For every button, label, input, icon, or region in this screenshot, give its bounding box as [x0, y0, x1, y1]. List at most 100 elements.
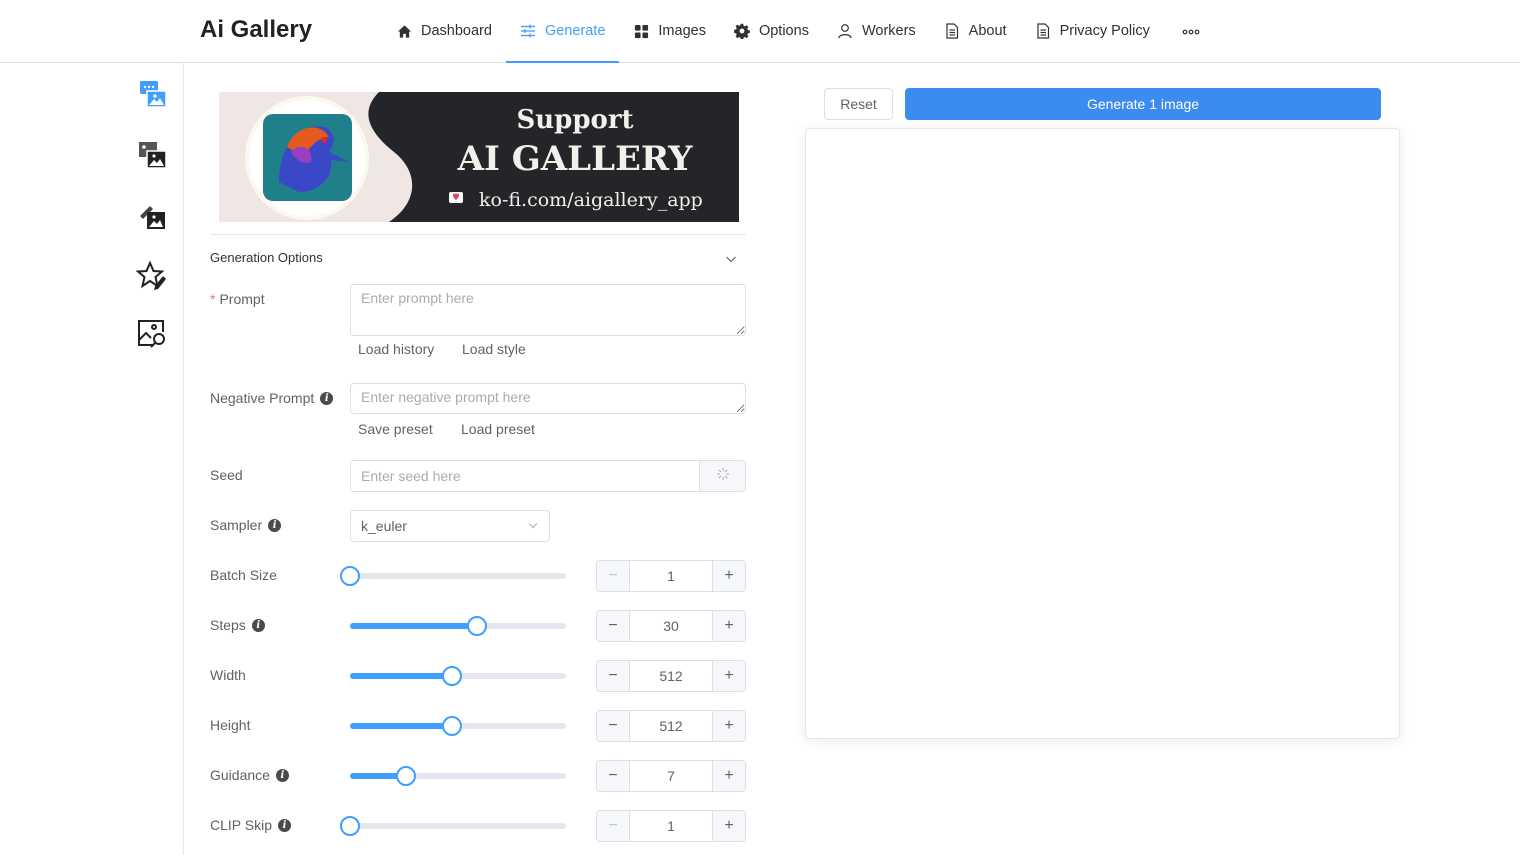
generate-button[interactable]: Generate 1 image — [905, 88, 1381, 120]
nav-about[interactable]: About — [930, 0, 1021, 62]
random-seed-button[interactable] — [699, 461, 745, 491]
steps-slider[interactable] — [350, 616, 566, 636]
sidebar-item-inpainting[interactable] — [134, 200, 170, 236]
guidance-label: Guidance i — [210, 767, 289, 783]
grid-icon — [633, 23, 649, 39]
negative-prompt-label: Negative Prompt i — [210, 390, 334, 406]
clip-skip-slider[interactable] — [340, 816, 566, 836]
slider-label-text: Batch Size — [210, 567, 277, 583]
document-icon — [944, 23, 960, 39]
guidance-slider[interactable] — [350, 766, 566, 786]
batch-size-stepper: − 1 + — [596, 560, 746, 592]
slider-handle[interactable] — [441, 716, 462, 736]
increment-button[interactable]: + — [712, 811, 745, 841]
slider-handle[interactable] — [340, 816, 360, 836]
support-banner[interactable]: Support AI GALLERY ko-fi.com/aigallery_a… — [219, 92, 739, 222]
decrement-button[interactable]: − — [597, 611, 630, 641]
sidebar-item-text-to-image[interactable] — [134, 78, 170, 114]
text-to-image-icon — [136, 78, 168, 115]
width-label: Width — [210, 667, 246, 683]
width-value[interactable]: 512 — [630, 661, 712, 691]
decrement-button[interactable]: − — [597, 761, 630, 791]
sidebar-item-interrogation[interactable] — [134, 318, 170, 354]
app-brand[interactable]: Ai Gallery — [200, 16, 312, 44]
tool-sidebar — [0, 63, 184, 855]
nav-label: Privacy Policy — [1059, 23, 1150, 39]
generation-options-title[interactable]: Generation Options — [210, 250, 323, 265]
document-icon — [1035, 23, 1051, 39]
decrement-button[interactable]: − — [597, 711, 630, 741]
clip-skip-value[interactable]: 1 — [630, 811, 712, 841]
nav-more-button[interactable] — [1164, 0, 1218, 62]
batch-size-value[interactable]: 1 — [630, 561, 712, 591]
nav-options[interactable]: Options — [720, 0, 823, 62]
image-preview-panel — [805, 128, 1400, 739]
increment-button[interactable]: + — [712, 761, 745, 791]
info-icon[interactable]: i — [268, 518, 282, 532]
reset-button[interactable]: Reset — [824, 88, 893, 120]
decrement-button[interactable]: − — [597, 661, 630, 691]
slider-fill — [350, 673, 452, 679]
increment-button[interactable]: + — [712, 661, 745, 691]
height-slider[interactable] — [350, 716, 566, 736]
star-edit-icon — [135, 260, 168, 297]
home-icon — [396, 23, 412, 39]
info-icon[interactable]: i — [278, 818, 291, 832]
nav-generate[interactable]: Generate — [505, 0, 620, 63]
increment-button[interactable]: + — [712, 561, 745, 591]
guidance-value[interactable]: 7 — [630, 761, 712, 791]
nav-label: Images — [658, 23, 706, 39]
save-preset-button[interactable]: Save preset — [358, 421, 433, 437]
slider-handle[interactable] — [396, 766, 417, 786]
slider-handle[interactable] — [441, 666, 462, 686]
user-icon — [837, 23, 853, 39]
sampler-select[interactable]: k_euler — [350, 510, 550, 542]
guidance-stepper: − 7 + — [596, 760, 746, 792]
required-mark: * — [210, 291, 216, 307]
steps-value[interactable]: 30 — [630, 611, 712, 641]
nav-label: Options — [758, 23, 809, 39]
slider-label-text: Guidance — [210, 767, 270, 783]
seed-label: Seed — [210, 467, 243, 483]
slider-label-text: Steps — [210, 617, 246, 633]
gear-icon — [734, 23, 750, 39]
info-icon[interactable]: i — [275, 768, 289, 782]
slider-handle[interactable] — [467, 616, 488, 636]
prompt-label: * Prompt — [210, 291, 265, 307]
load-preset-button[interactable]: Load preset — [461, 421, 535, 437]
nav-label: Generate — [544, 23, 606, 39]
chevron-down-icon[interactable] — [724, 252, 738, 266]
sidebar-item-rating[interactable] — [134, 260, 170, 296]
nav-dashboard[interactable]: Dashboard — [382, 0, 506, 62]
slider-handle[interactable] — [340, 566, 360, 586]
sidebar-item-image-to-image[interactable] — [134, 139, 170, 175]
increment-button[interactable]: + — [712, 711, 745, 741]
batch-size-slider[interactable] — [340, 566, 566, 586]
chevron-down-icon — [527, 518, 539, 534]
clip-skip-label: CLIP Skip i — [210, 817, 291, 833]
info-icon[interactable]: i — [320, 391, 334, 405]
prompt-input[interactable] — [350, 284, 746, 336]
negative-prompt-input[interactable] — [350, 383, 746, 414]
info-icon[interactable]: i — [251, 618, 265, 632]
load-style-button[interactable]: Load style — [462, 341, 526, 357]
nav-workers[interactable]: Workers — [823, 0, 930, 62]
nav-label: Workers — [861, 23, 916, 39]
seed-input[interactable] — [351, 461, 699, 491]
decrement-button[interactable]: − — [597, 811, 630, 841]
slider-label-text: Width — [210, 667, 246, 683]
nav-privacy-policy[interactable]: Privacy Policy — [1021, 0, 1164, 62]
width-slider[interactable] — [350, 666, 566, 686]
height-value[interactable]: 512 — [630, 711, 712, 741]
image-search-icon — [136, 318, 168, 355]
decrement-button[interactable]: − — [597, 561, 630, 591]
batch-size-label: Batch Size — [210, 567, 277, 583]
kofi-banner-image: Support AI GALLERY ko-fi.com/aigallery_a… — [219, 92, 739, 222]
sampler-label-text: Sampler — [210, 517, 263, 533]
increment-button[interactable]: + — [712, 611, 745, 641]
banner-line1: Support — [516, 105, 633, 135]
slider-fill — [350, 623, 478, 629]
prompt-label-text: Prompt — [219, 291, 265, 307]
nav-images[interactable]: Images — [619, 0, 720, 62]
load-history-button[interactable]: Load history — [358, 341, 434, 357]
